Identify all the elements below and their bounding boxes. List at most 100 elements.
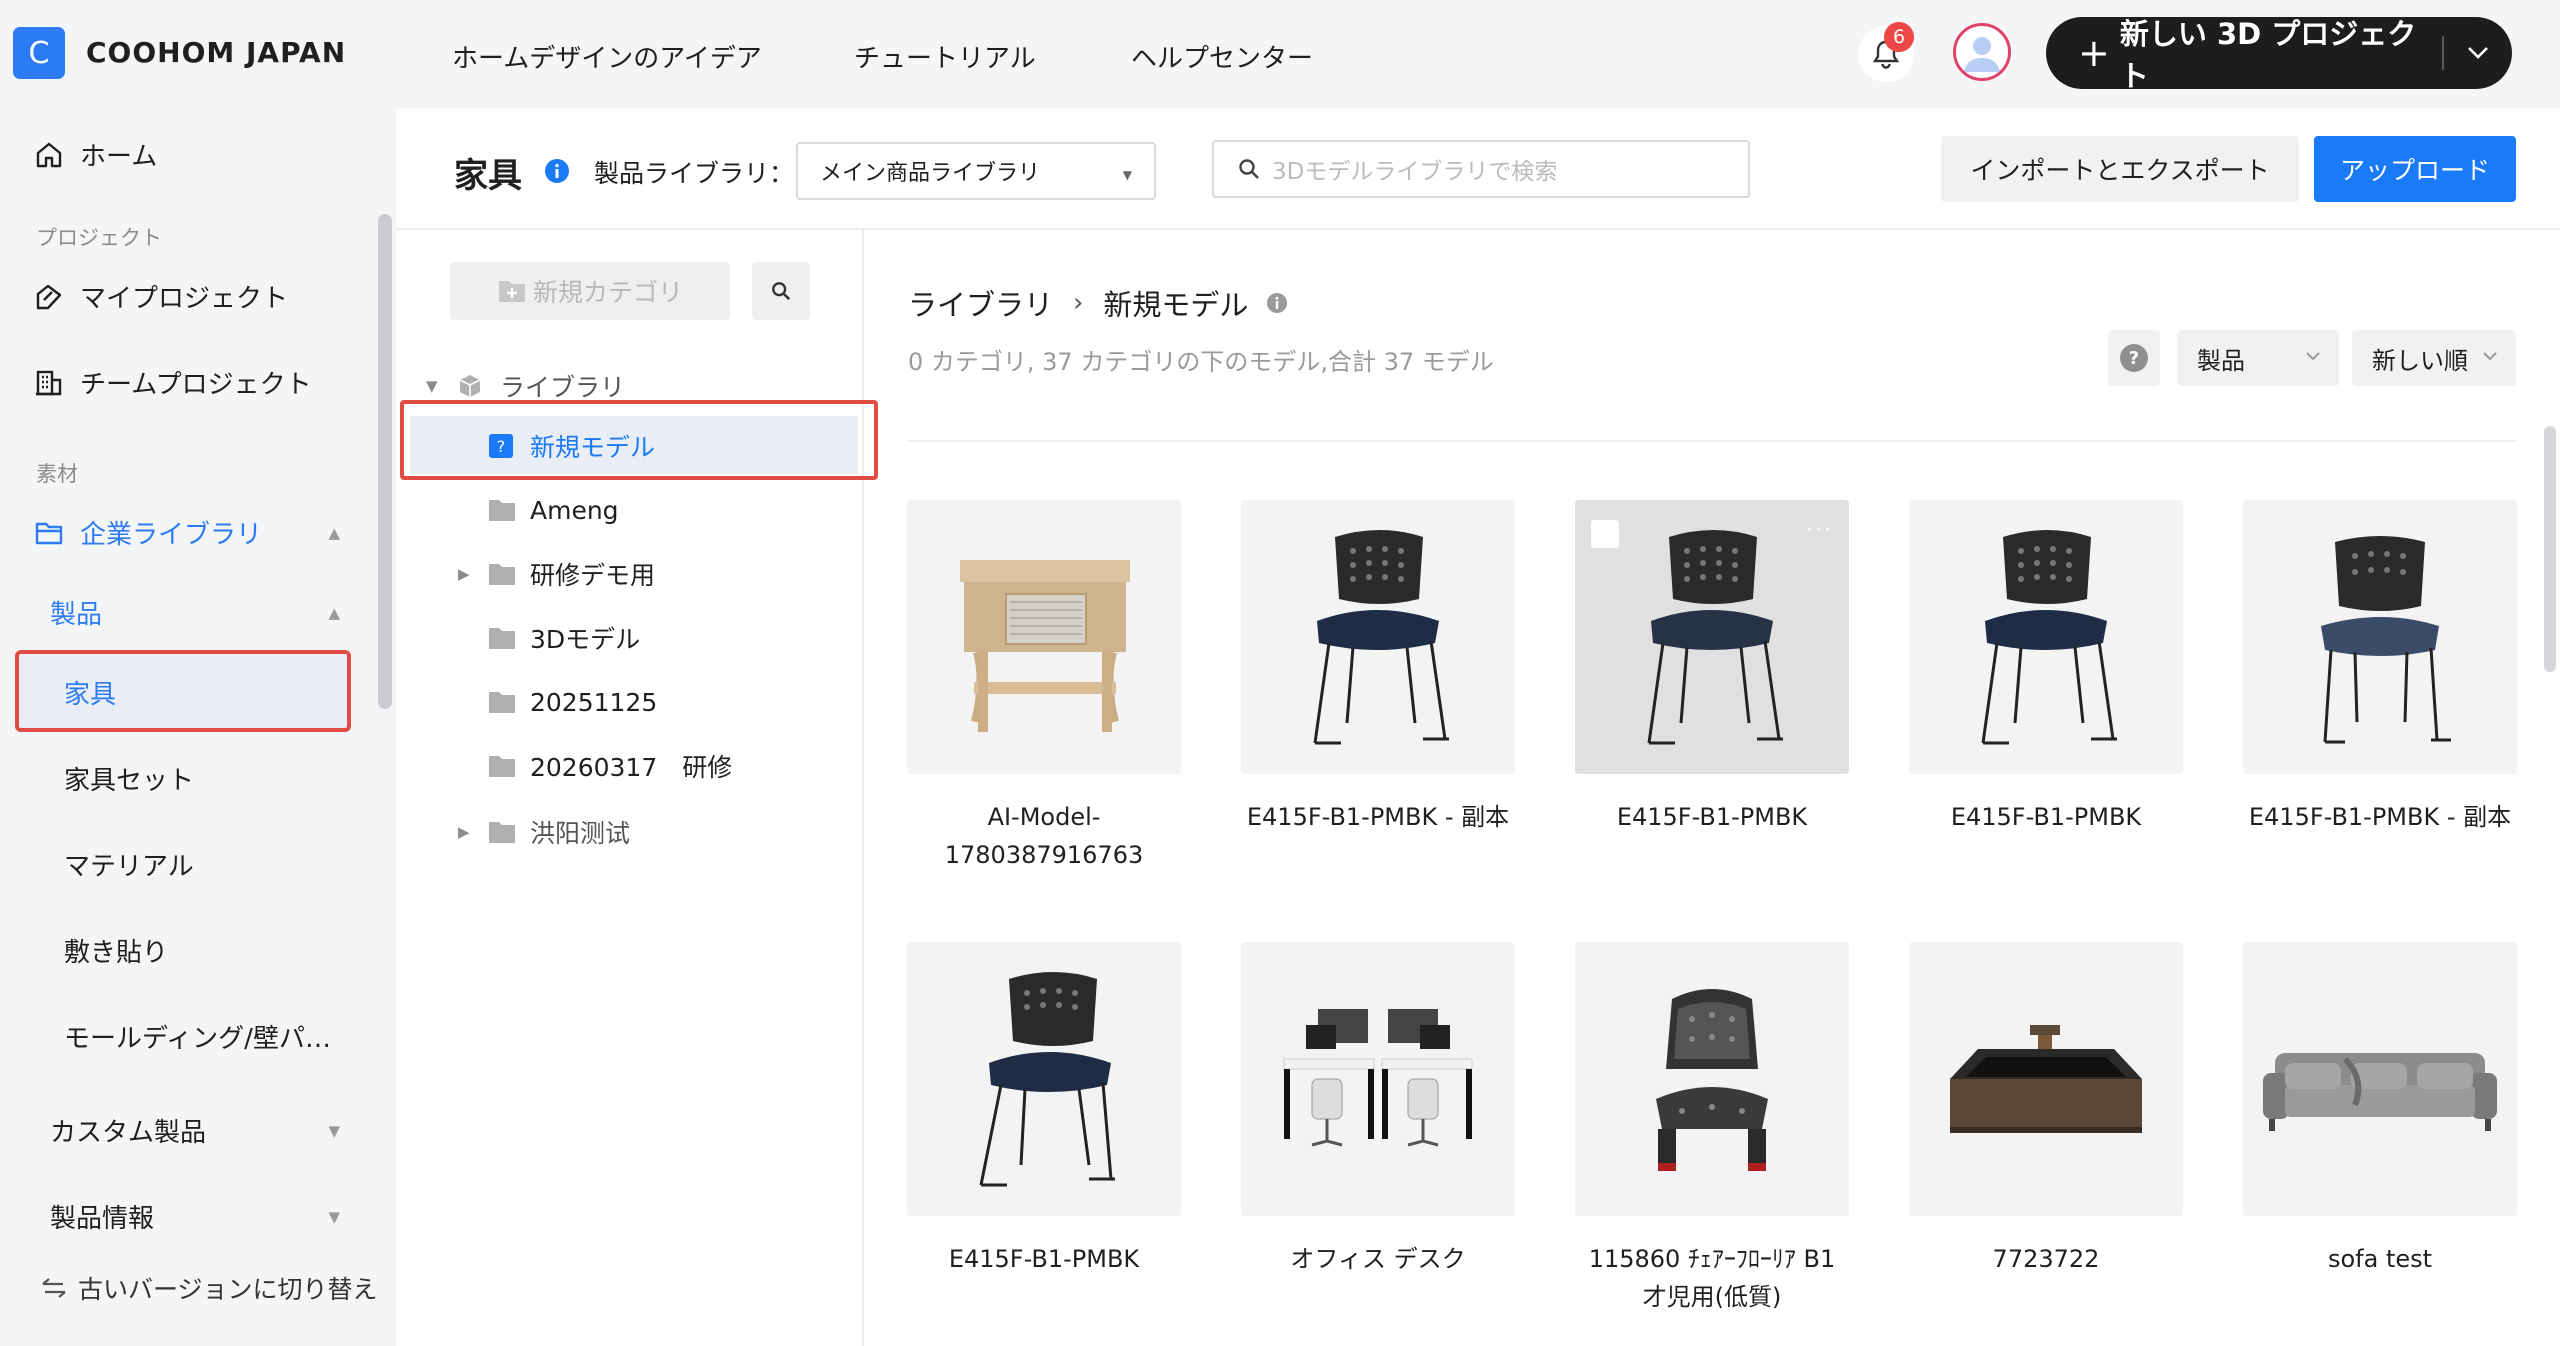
model-thumbnail[interactable]: ···	[1575, 500, 1849, 774]
tree-item-hongyang-test[interactable]: ▶ 洪阳测试	[396, 802, 862, 862]
plus-icon: +	[2078, 31, 2110, 75]
folder-icon	[489, 500, 515, 521]
help-button[interactable]: ?	[2108, 330, 2160, 386]
content-divider	[908, 440, 2516, 442]
sidebar-item-label: カスタム製品	[50, 1118, 207, 1148]
sort-dropdown[interactable]: 新しい順	[2352, 330, 2516, 386]
search-input[interactable]: 3Dモデルライブラリで検索	[1212, 140, 1750, 198]
section-projects: プロジェクト	[36, 226, 162, 250]
nav-help-center[interactable]: ヘルプセンター	[1131, 38, 1313, 75]
model-card[interactable]: E415F-B1-PMBK - 副本	[1241, 500, 1515, 836]
new-project-dropdown[interactable]	[2444, 46, 2512, 60]
caret-down-icon: ▼	[426, 377, 438, 395]
nav-tutorial[interactable]: チュートリアル	[854, 38, 1036, 75]
sidebar-item-my-projects[interactable]: マイプロジェクト	[34, 278, 288, 315]
model-card[interactable]: ··· E415F-B1-PMBK	[1575, 500, 1849, 836]
nav-home-design-ideas[interactable]: ホームデザインのアイデア	[452, 38, 762, 75]
category-tree-panel: 新規カテゴリ ▼ ライブラリ ? 新規モデル Ameng ▶ 研修デモ用 3Dモ…	[396, 230, 878, 1346]
model-thumbnail[interactable]	[907, 942, 1181, 1216]
new-project-label: 新しい 3D プロジェクト	[2119, 17, 2417, 93]
type-filter-dropdown[interactable]: 製品	[2177, 330, 2339, 386]
model-card[interactable]: オフィス デスク	[1241, 942, 1515, 1278]
chevron-down-icon	[2306, 352, 2320, 361]
sidebar-item-enterprise-library[interactable]: 企業ライブラリ ▲	[34, 514, 340, 551]
caret-up-icon: ▲	[328, 523, 340, 542]
tree-item-20260317[interactable]: 20260317 研修	[396, 736, 862, 796]
content-scrollbar[interactable]	[2544, 426, 2556, 672]
top-bar: C COOHOM JAPAN ホームデザインのアイデア チュートリアル ヘルプセ…	[0, 0, 2560, 108]
caret-right-icon: ▶	[458, 565, 470, 583]
model-card[interactable]: E415F-B1-PMBK - 副本	[2243, 500, 2517, 836]
tree-item-3d-models[interactable]: 3Dモデル	[396, 608, 862, 668]
folder-icon	[489, 756, 515, 777]
model-thumbnail[interactable]	[1909, 500, 2183, 774]
select-checkbox[interactable]	[1591, 520, 1619, 548]
brand-name[interactable]: COOHOM JAPAN	[86, 36, 346, 69]
tree-item-label: Ameng	[530, 495, 619, 525]
model-card[interactable]: sofa test	[2243, 942, 2517, 1278]
tree-item-20251125[interactable]: 20251125	[396, 672, 862, 732]
sidebar-item-tiling[interactable]: 敷き貼り	[64, 932, 168, 969]
tree-search-button[interactable]	[752, 262, 810, 320]
model-card[interactable]: 115860 ﾁｪｱｰﾌﾛｰﾘｱ B1 才児用(低質)	[1575, 942, 1849, 1316]
model-card[interactable]: E415F-B1-PMBK	[907, 942, 1181, 1278]
help-icon: ?	[2120, 344, 2148, 372]
model-thumbnail[interactable]	[1909, 942, 2183, 1216]
sidebar-item-material[interactable]: マテリアル	[64, 846, 194, 883]
pencil-house-icon	[36, 284, 62, 309]
tree-item-training-demo[interactable]: ▶ 研修デモ用	[396, 544, 862, 604]
sidebar-item-molding[interactable]: モールディング/壁パ…	[64, 1018, 331, 1055]
folder-icon	[489, 822, 515, 843]
info-icon[interactable]	[544, 158, 570, 184]
import-export-button[interactable]: インポートとエクスポート	[1941, 136, 2299, 202]
upload-button[interactable]: アップロード	[2314, 136, 2516, 202]
model-thumbnail[interactable]	[2243, 500, 2517, 774]
sidebar-item-team-projects[interactable]: チームプロジェクト	[34, 364, 312, 401]
chevron-down-icon	[2483, 352, 2497, 361]
sidebar-item-furniture-set[interactable]: 家具セット	[64, 760, 194, 797]
model-thumbnail[interactable]	[907, 500, 1181, 774]
logo-icon[interactable]: C	[13, 27, 65, 79]
model-name: 7723722	[1992, 1245, 2100, 1273]
cube-icon	[459, 375, 481, 397]
sidebar-item-products[interactable]: 製品 ▲	[50, 594, 340, 631]
info-icon[interactable]	[1266, 292, 1288, 314]
sidebar-item-product-info[interactable]: 製品情報 ▼	[50, 1198, 340, 1235]
caret-down-icon: ▼	[1122, 168, 1132, 182]
breadcrumb: ライブラリ › 新規モデル	[908, 282, 1288, 324]
chair-icon	[1647, 530, 1783, 745]
sidebar-item-custom-products[interactable]: カスタム製品 ▼	[50, 1112, 340, 1149]
avatar[interactable]	[1953, 23, 2011, 81]
model-thumbnail[interactable]	[1241, 942, 1515, 1216]
sidebar-item-label: 製品	[50, 600, 103, 630]
sidebar-item-label: マイプロジェクト	[80, 284, 289, 314]
tree-selection-outline	[400, 400, 878, 480]
library-select[interactable]: メイン商品ライブラリ ▼	[796, 142, 1156, 200]
model-card[interactable]: AI-Model- 1780387916763	[907, 500, 1181, 874]
more-options-icon[interactable]: ···	[1806, 518, 1833, 543]
new-category-button[interactable]: 新規カテゴリ	[450, 262, 730, 320]
tree-item-ameng[interactable]: Ameng	[396, 480, 862, 540]
sidebar-scrollbar[interactable]	[378, 214, 392, 709]
model-name: AI-Model- 1780387916763	[944, 803, 1144, 869]
model-thumbnail[interactable]	[2243, 942, 2517, 1216]
breadcrumb-root[interactable]: ライブラリ	[908, 282, 1053, 324]
chair-icon	[1981, 530, 2117, 745]
sidebar-item-home[interactable]: ホーム	[34, 136, 157, 173]
model-thumbnail[interactable]	[1241, 500, 1515, 774]
sidebar: ホーム プロジェクト マイプロジェクト チームプロジェクト 素材 企業ライブラリ…	[0, 108, 396, 1346]
tree-item-label: 20260317 研修	[530, 753, 733, 782]
caret-down-icon: ▼	[328, 1207, 340, 1226]
sort-value: 新しい順	[2372, 346, 2468, 375]
new-3d-project-button[interactable]: + 新しい 3D プロジェクト	[2046, 17, 2512, 93]
search-icon	[1239, 159, 1259, 179]
swap-icon	[42, 1278, 66, 1298]
model-card[interactable]: 7723722	[1909, 942, 2183, 1278]
tree-item-label: 20251125	[530, 687, 658, 717]
section-materials: 素材	[36, 462, 78, 486]
model-card[interactable]: E415F-B1-PMBK	[1909, 500, 2183, 836]
logo-letter: C	[28, 35, 50, 71]
switch-old-version-link[interactable]: 古いバージョンに切り替え	[40, 1270, 378, 1306]
chevron-down-icon	[2468, 47, 2488, 59]
model-thumbnail[interactable]	[1575, 942, 1849, 1216]
